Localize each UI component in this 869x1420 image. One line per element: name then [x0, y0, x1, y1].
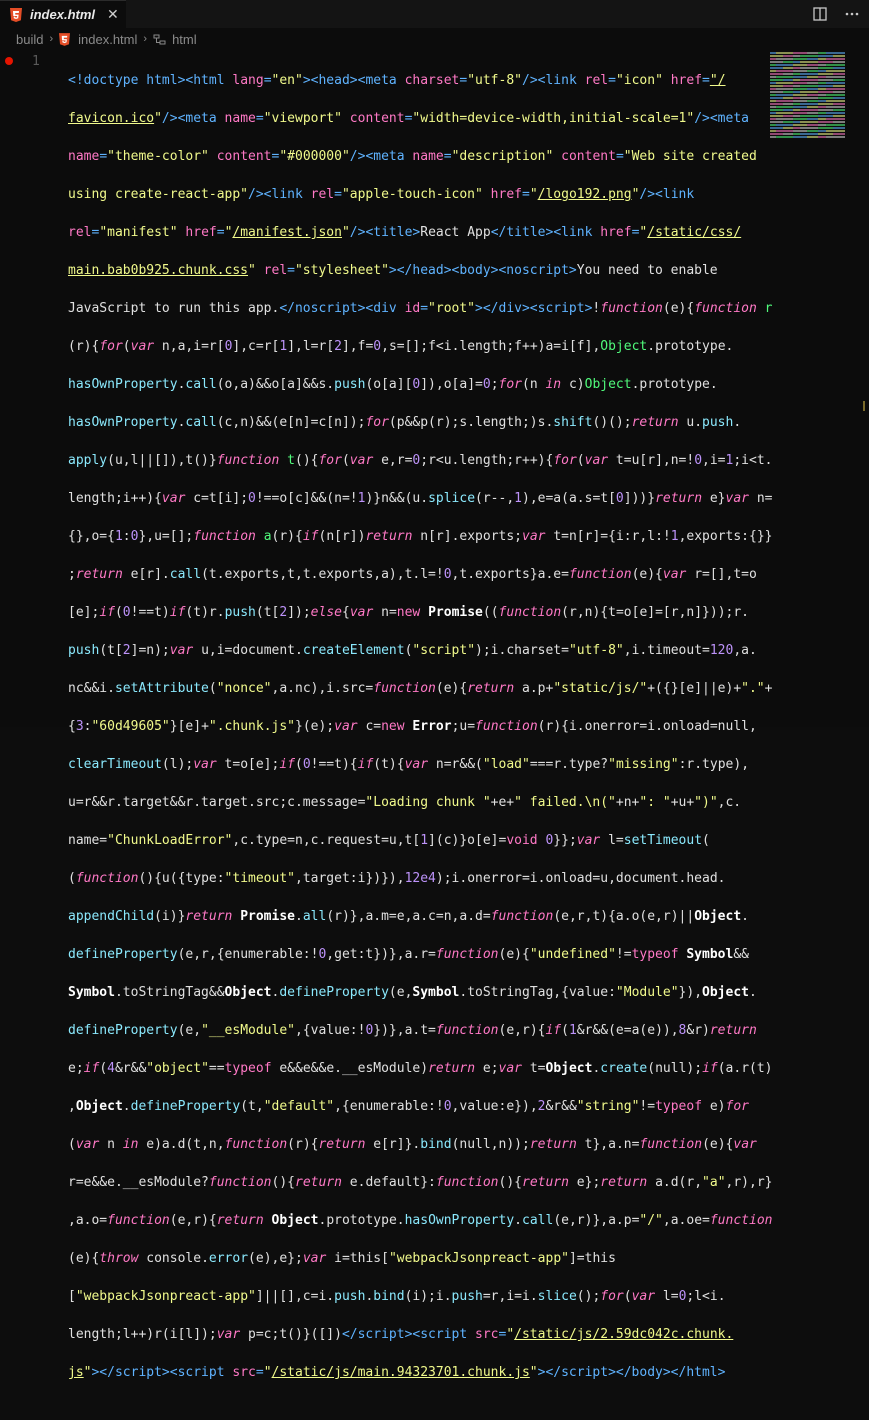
code-line: defineProperty(e,r,{enumerable:!0,get:t}… — [68, 947, 749, 962]
code-line: ,a.o=function(e,r){return Object.prototy… — [68, 1213, 773, 1228]
minimap-line — [770, 103, 856, 105]
code-line: JavaScript to run this app.</noscript><d… — [68, 301, 773, 316]
minimap-line — [770, 52, 856, 54]
code-line: (var n in e)a.d(t,n,function(r){return e… — [68, 1137, 757, 1152]
code-line: [e];if(0!==t)if(t)r.push(t[2]);else{var … — [68, 605, 750, 620]
code-line: u=r&&r.target&&r.target.src;c.message="L… — [68, 795, 742, 810]
minimap-line — [770, 61, 856, 63]
minimap-line — [770, 91, 856, 93]
code-line: main.bab0b925.chunk.css" rel="stylesheet… — [68, 263, 718, 278]
breadcrumb-file-label: index.html — [78, 31, 138, 47]
code-line: apply(u,l||[]),t()}function t(){for(var … — [68, 453, 773, 468]
code-content[interactable]: <!doctype html><html lang="en"><head><me… — [68, 52, 773, 1420]
chevron-right-icon: › — [49, 33, 54, 45]
minimap-line — [770, 97, 856, 99]
code-line: length;l++)r(i[l]);var p=c;t()}([])</scr… — [68, 1327, 734, 1342]
code-line: name="ChunkLoadError",c.type=n,c.request… — [68, 833, 710, 848]
code-line: hasOwnProperty.call(c,n)&&(e[n]=c[n]);fo… — [68, 415, 742, 430]
code-line: ,Object.defineProperty(t,"default",{enum… — [68, 1099, 749, 1114]
minimap-line — [770, 106, 856, 108]
html5-icon — [59, 32, 71, 46]
breadcrumb-symbol-label: html — [172, 31, 197, 47]
tab-bar: index.html ✕ — [0, 0, 869, 29]
chevron-right-icon: › — [143, 33, 148, 45]
line-number: 1 — [32, 54, 40, 69]
scrollbar-marker[interactable] — [863, 401, 865, 411]
code-line: rel="manifest" href="/manifest.json"/><t… — [68, 225, 742, 240]
code-line: nc&&i.setAttribute("nonce",a.nc),i.src=f… — [68, 681, 773, 696]
code-line: ["webpackJsonpreact-app"]||[],c=i.push.b… — [68, 1289, 726, 1304]
minimap-line — [770, 133, 856, 135]
code-line: (e){throw console.error(e),e};var i=this… — [68, 1251, 616, 1266]
tab-label: index.html — [30, 7, 96, 22]
editor-window: index.html ✕ build › index.html › html 1… — [0, 0, 869, 1380]
code-line: (r){for(var n,a,i=r[0],c=r[1],l=r[2],f=0… — [68, 339, 734, 354]
minimap-line — [770, 88, 856, 90]
breadcrumb-folder[interactable]: build — [16, 32, 43, 47]
code-line: Symbol.toStringTag&&Object.definePropert… — [68, 985, 757, 1000]
minimap-line — [770, 82, 856, 84]
tab-index-html[interactable]: index.html ✕ — [0, 0, 126, 28]
minimap-line — [770, 70, 856, 72]
breadcrumb-file[interactable]: index.html — [59, 32, 137, 47]
code-line: hasOwnProperty.call(o,a)&&o[a]&&s.push(o… — [68, 377, 718, 392]
code-line: length;i++){var c=t[i];0!==o[c]&&(n=!1)}… — [68, 491, 773, 506]
code-line: using create-react-app"/><link rel="appl… — [68, 187, 695, 202]
minimap-line — [770, 115, 856, 117]
code-line: name="theme-color" content="#000000"/><m… — [68, 149, 757, 164]
minimap-line — [770, 85, 856, 87]
minimap-line — [770, 112, 856, 114]
split-editor-icon[interactable] — [813, 4, 827, 24]
minimap-line — [770, 58, 856, 60]
minimap-line — [770, 130, 856, 132]
breadcrumb-symbol[interactable]: html — [153, 32, 197, 47]
code-line: {},o={1:0},u=[];function a(r){if(n[r])re… — [68, 529, 773, 544]
minimap-line — [770, 127, 856, 129]
minimap-line — [770, 136, 856, 138]
minimap-line — [770, 64, 856, 66]
code-line: r=e&&e.__esModule?function(){return e.de… — [68, 1175, 773, 1190]
minimap-line — [770, 124, 856, 126]
code-line: clearTimeout(l);var t=o[e];if(0!==t){if(… — [68, 757, 750, 772]
minimap-line — [770, 67, 856, 69]
minimap-line — [770, 73, 856, 75]
symbol-element-icon — [153, 34, 166, 44]
code-line: js"></script><script src="/static/js/mai… — [68, 1365, 726, 1380]
minimap-line — [770, 100, 856, 102]
minimap[interactable] — [770, 52, 856, 140]
minimap-line — [770, 94, 856, 96]
close-icon[interactable]: ✕ — [107, 7, 119, 23]
more-actions-icon[interactable] — [845, 4, 859, 24]
minimap-line — [770, 109, 856, 111]
minimap-line — [770, 121, 856, 123]
code-line: push(t[2]=n);var u,i=document.createElem… — [68, 643, 757, 658]
code-line: appendChild(i)}return Promise.all(r)},a.… — [68, 909, 749, 924]
html5-icon — [10, 7, 22, 22]
minimap-line — [770, 118, 856, 120]
code-line: e;if(4&r&&"object"==typeof e&&e&&e.__esM… — [68, 1061, 773, 1076]
minimap-line — [770, 55, 856, 57]
code-line: <!doctype html><html lang="en"><head><me… — [68, 73, 726, 88]
code-line: defineProperty(e,"__esModule",{value:!0}… — [68, 1023, 757, 1038]
code-line: ;return e[r].call(t.exports,t,t.exports,… — [68, 567, 757, 582]
breakpoint-icon[interactable] — [5, 57, 13, 65]
code-line: favicon.ico"/><meta name="viewport" cont… — [68, 111, 749, 126]
breadcrumb: build › index.html › html — [0, 28, 869, 50]
minimap-line — [770, 79, 856, 81]
code-line: (function(){u({type:"timeout",target:i})… — [68, 871, 726, 886]
minimap-line — [770, 76, 856, 78]
